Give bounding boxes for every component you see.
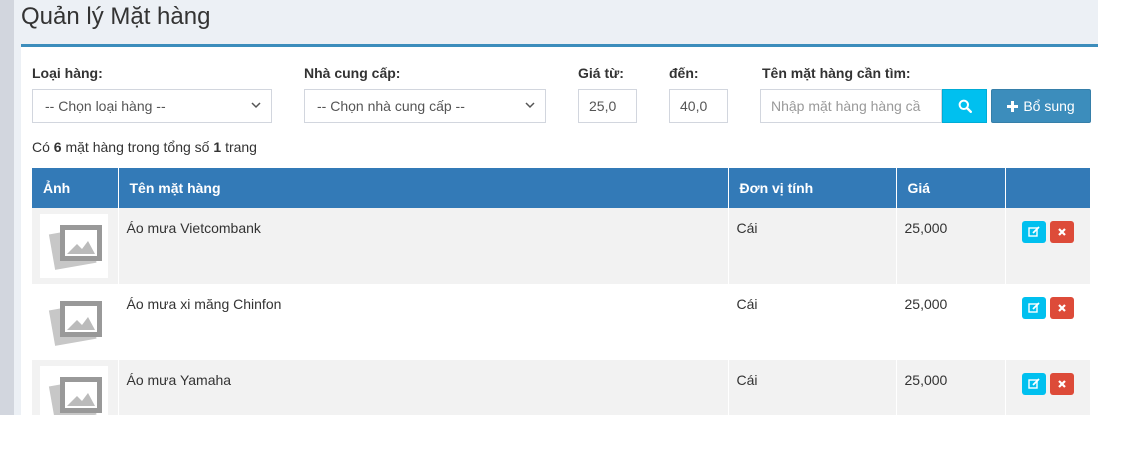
price-from-input[interactable]: 25,0 [578,89,637,123]
close-icon [1057,380,1066,388]
edit-icon [1028,226,1040,237]
delete-button[interactable] [1049,373,1074,395]
page-bottom-space [0,415,1127,453]
price-to-input[interactable]: 40,0 [669,89,728,123]
add-button-label: Bổ sung [1023,98,1075,114]
column-header-name: Tên mặt hàng [118,168,729,208]
column-header-unit: Đơn vị tính [728,168,897,208]
product-unit: Cái [728,208,897,284]
edit-icon [1028,378,1040,389]
chevron-down-icon [251,102,261,109]
plus-icon [1007,100,1019,112]
supplier-select-value: -- Chọn nhà cung cấp -- [317,98,465,114]
page-title: Quản lý Mặt hàng [21,3,211,30]
image-cell [32,284,119,360]
price-to-label: đến: [669,65,699,81]
product-price: 25,000 [896,284,1006,360]
image-placeholder-icon [40,214,108,278]
column-header-price: Giá [896,168,1006,208]
product-name: Áo mưa xi măng Chinfon [118,284,729,360]
supplier-select[interactable]: -- Chọn nhà cung cấp -- [304,89,546,123]
column-header-actions [1005,168,1090,208]
summary-count: 6 [53,139,62,155]
summary-middle: mặt hàng trong tổng số [65,139,210,155]
name-search-input[interactable]: Nhập mặt hàng hàng cầ [760,89,942,123]
category-select-value: -- Chọn loại hàng -- [45,98,166,114]
actions-cell [1005,284,1090,360]
summary-suffix: trang [225,139,257,155]
delete-button[interactable] [1049,297,1074,319]
table-row: Áo mưa Vietcombank Cái 25,000 [32,208,1090,284]
edit-button[interactable] [1021,297,1046,319]
summary-prefix: Có [32,139,50,155]
product-name: Áo mưa Vietcombank [118,208,729,284]
result-summary: Có 6 mặt hàng trong tổng số 1 trang [32,139,257,155]
column-header-image: Ảnh [32,168,119,208]
search-button[interactable] [942,89,987,123]
image-placeholder-icon [40,290,108,354]
add-button[interactable]: Bổ sung [991,89,1091,123]
product-unit: Cái [728,284,897,360]
table-row: Áo mưa xi măng Chinfon Cái 25,000 [32,284,1090,360]
search-box: Loại hàng: -- Chọn loại hàng -- Nhà cung… [21,44,1098,436]
price-from-label: Giá từ: [578,65,624,81]
supplier-label: Nhà cung cấp: [304,65,401,81]
category-label: Loại hàng: [32,65,103,81]
close-icon [1057,228,1066,236]
summary-pages: 1 [213,139,222,155]
delete-button[interactable] [1049,221,1074,243]
sidebar-edge [0,0,14,415]
chevron-down-icon [525,102,535,109]
actions-cell [1005,208,1090,284]
edit-button[interactable] [1021,373,1046,395]
edit-icon [1028,302,1040,313]
edit-button[interactable] [1021,221,1046,243]
search-icon [958,99,972,113]
table-header-row: Ảnh Tên mặt hàng Đơn vị tính Giá [32,168,1090,208]
product-price: 25,000 [896,208,1006,284]
category-select[interactable]: -- Chọn loại hàng -- [32,89,272,123]
close-icon [1057,304,1066,312]
name-search-label: Tên mặt hàng cần tìm: [762,65,911,81]
product-table: Ảnh Tên mặt hàng Đơn vị tính Giá Áo mưa … [32,168,1090,436]
image-cell [32,208,119,284]
